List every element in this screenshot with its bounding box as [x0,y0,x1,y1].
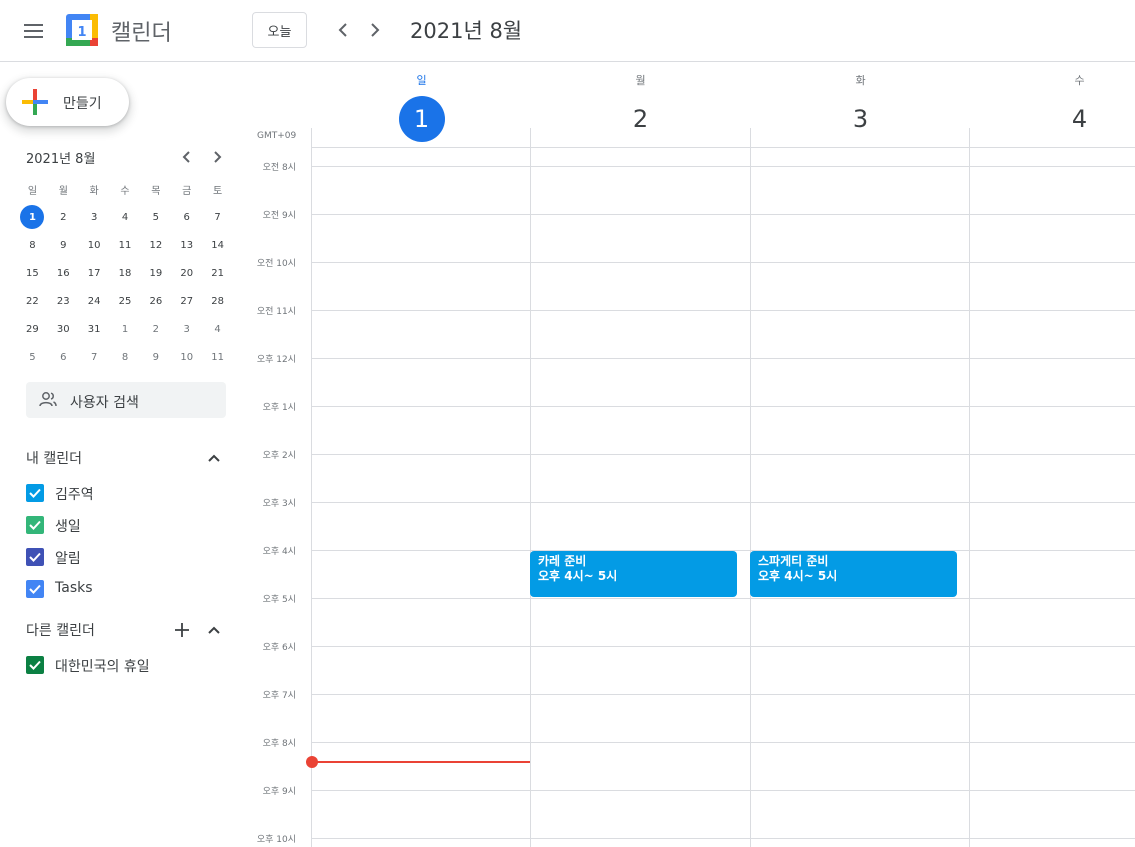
hour-gridline [311,742,1135,743]
event-title: 스파게티 준비 [758,554,829,568]
hour-label: 오후 9시 [262,787,296,797]
day-header-date[interactable]: 3 [838,96,884,142]
current-period: 2021년 8월 [410,19,523,43]
day-header-date[interactable]: 4 [1057,96,1103,142]
hour-gridline [311,358,1135,359]
create-label: 만들기 [63,96,102,112]
hour-label: 오전 11시 [256,307,296,317]
hour-gridline [311,262,1135,263]
day-header: 화3 [751,72,970,142]
hour-gridline [311,310,1135,311]
hour-label: 오전 8시 [262,163,296,173]
hour-label: 오후 7시 [262,691,296,701]
event-title: 카레 준비 [538,554,587,568]
header-divider [530,128,531,148]
hour-gridline [311,454,1135,455]
event-chip[interactable]: 스파게티 준비 오후 4시~ 5시 [750,551,957,597]
day-column-divider [750,148,751,847]
hour-label: 오후 5시 [262,595,296,605]
hour-label: 오후 10시 [256,835,296,845]
plus-icon [22,89,48,115]
current-time-dot [306,756,318,768]
timezone-label: GMT+09 [257,131,297,141]
hour-label: 오전 10시 [256,259,296,269]
day-header: 일1 [312,72,531,142]
chevron-left-icon [338,23,347,37]
top-bar: 1 캘린더 오늘 2021년 8월 [0,0,1135,62]
day-column-divider [311,148,312,847]
hour-gridline [311,406,1135,407]
header-divider [311,128,312,148]
header-divider [750,128,751,148]
hour-gridline [311,694,1135,695]
create-button[interactable]: 만들기 [6,78,129,126]
day-column-divider [969,148,970,847]
day-header-date[interactable]: 1 [398,96,445,142]
hour-gridline [311,502,1135,503]
header-divider [969,128,970,148]
menu-icon [24,24,43,26]
calendar-logo-icon[interactable]: 1 [66,14,98,46]
week-time-grid[interactable]: 오전 8시오전 9시오전 10시오전 11시오후 12시오후 1시오후 2시오후… [0,148,1135,847]
hour-gridline [311,214,1135,215]
hour-label: 오후 4시 [262,547,296,557]
day-header-weekday: 화 [855,74,866,87]
hour-label: 오전 9시 [262,211,296,221]
event-time: 오후 4시~ 5시 [758,569,838,583]
hour-label: 오후 12시 [256,355,296,365]
hour-gridline [311,790,1135,791]
svg-text:1: 1 [77,25,86,40]
today-button[interactable]: 오늘 [252,12,307,48]
hour-gridline [311,166,1135,167]
day-header: 수4 [970,72,1135,142]
next-week-button[interactable] [361,16,389,44]
day-header-weekday: 수 [1074,74,1085,87]
app-title: 캘린더 [111,21,172,46]
hour-gridline [311,646,1135,647]
hour-gridline [311,838,1135,839]
hour-label: 오후 3시 [262,499,296,509]
main-menu-button[interactable] [20,17,48,45]
current-time-line [312,761,530,763]
chevron-right-icon [371,23,380,37]
day-header: 월2 [531,72,750,142]
day-header-weekday: 일 [416,74,427,87]
event-chip[interactable]: 카레 준비 오후 4시~ 5시 [530,551,737,597]
hour-label: 오후 2시 [262,451,296,461]
day-column-divider [530,148,531,847]
hour-label: 오후 1시 [262,403,296,413]
day-header-date[interactable]: 2 [618,96,664,142]
hour-label: 오후 8시 [262,739,296,749]
event-time: 오후 4시~ 5시 [538,569,618,583]
prev-week-button[interactable] [329,16,357,44]
day-header-weekday: 월 [635,74,646,87]
hour-gridline [311,598,1135,599]
hour-label: 오후 6시 [262,643,296,653]
